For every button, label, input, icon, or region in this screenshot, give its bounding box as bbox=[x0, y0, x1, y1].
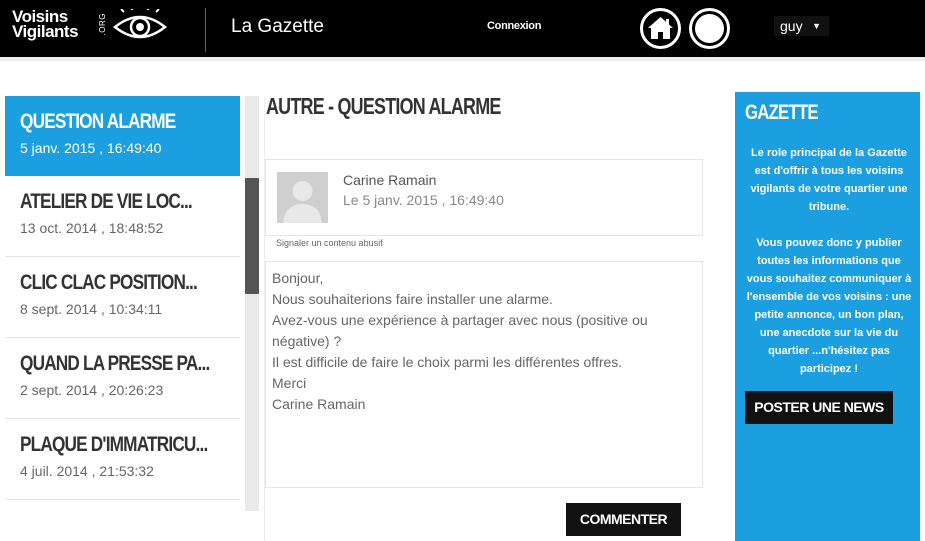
logo-line-2: Vigilants bbox=[12, 22, 79, 41]
list-item[interactable]: QUAND LA PRESSE PA... 2 sept. 2014 , 20:… bbox=[5, 338, 240, 419]
profile-button[interactable] bbox=[689, 8, 730, 49]
comment-button[interactable]: COMMENTER bbox=[566, 503, 681, 536]
app-title: La Gazette bbox=[231, 16, 324, 37]
list-scrollbar-track[interactable] bbox=[245, 96, 259, 511]
list-item[interactable]: ATELIER DE VIE LOC... 13 oct. 2014 , 18:… bbox=[5, 176, 240, 257]
list-item[interactable]: CLIC CLAC POSITION... 8 sept. 2014 , 10:… bbox=[5, 257, 240, 338]
author-card: Carine Ramain Le 5 janv. 2015 , 16:49:40 bbox=[265, 159, 703, 236]
list-item-date: 4 juil. 2014 , 21:53:32 bbox=[20, 463, 154, 479]
message-line: Avez-vous une expérience à partager avec… bbox=[272, 312, 648, 328]
list-item-date: 8 sept. 2014 , 10:34:11 bbox=[20, 301, 163, 317]
list-item-date: 2 sept. 2014 , 20:26:23 bbox=[20, 382, 164, 398]
eye-icon bbox=[112, 9, 168, 39]
header-divider bbox=[205, 8, 206, 52]
author-name: Carine Ramain bbox=[343, 172, 437, 188]
home-icon bbox=[648, 17, 673, 39]
header-underline bbox=[0, 57, 925, 61]
list-item-title: PLAQUE D'IMMATRICU... bbox=[20, 433, 208, 456]
list-item[interactable]: PLAQUE D'IMMATRICU... 4 juil. 2014 , 21:… bbox=[5, 419, 240, 500]
message-line: Merci bbox=[272, 375, 307, 391]
message-body: Bonjour, Nous souhaiterions faire instal… bbox=[265, 261, 703, 488]
list-item-date: 5 janv. 2015 , 16:49:40 bbox=[20, 140, 162, 156]
message-line: Nous souhaiterions faire installer une a… bbox=[272, 291, 553, 307]
user-silhouette-icon bbox=[277, 172, 328, 223]
logo-text: Voisins Vigilants bbox=[12, 8, 79, 41]
username: guy bbox=[780, 18, 803, 34]
list-item-title: ATELIER DE VIE LOC... bbox=[20, 190, 193, 213]
site-logo[interactable]: Voisins Vigilants .ORG bbox=[12, 8, 172, 49]
panel-paragraph-2: Vous pouvez donc y publier toutes les in… bbox=[746, 237, 912, 375]
list-item-title: QUAND LA PRESSE PA... bbox=[20, 352, 210, 375]
gazette-info-panel: GAZETTE Le role principal de la Gazette … bbox=[735, 92, 920, 541]
list-item-date: 13 oct. 2014 , 18:48:52 bbox=[20, 220, 164, 236]
user-menu[interactable]: guy ▼ bbox=[774, 16, 829, 36]
message-line: négative) ? bbox=[272, 333, 342, 349]
article-list: QUESTION ALARME 5 janv. 2015 , 16:49:40 … bbox=[5, 96, 240, 541]
list-item[interactable]: QUESTION ALARME 5 janv. 2015 , 16:49:40 bbox=[5, 96, 240, 176]
message-line: Il est difficile de faire le choix parmi… bbox=[272, 354, 623, 370]
report-abuse-link[interactable]: Signaler un contenu abusif bbox=[276, 238, 383, 248]
message-line: Bonjour, bbox=[272, 270, 324, 286]
post-news-button[interactable]: POSTER UNE NEWS bbox=[745, 391, 893, 424]
message-line: Carine Ramain bbox=[272, 396, 366, 412]
panel-paragraph-1: Le role principal de la Gazette est d'of… bbox=[750, 147, 908, 213]
profile-circle-icon bbox=[695, 14, 724, 43]
list-item-title: CLIC CLAC POSITION... bbox=[20, 271, 198, 294]
avatar bbox=[277, 172, 328, 223]
article-title: AUTRE - QUESTION ALARME bbox=[266, 93, 501, 119]
login-link[interactable]: Connexion bbox=[487, 20, 541, 32]
panel-text: Le role principal de la Gazette est d'of… bbox=[745, 144, 913, 396]
logo-org: .ORG bbox=[98, 13, 107, 36]
home-button[interactable] bbox=[640, 8, 681, 49]
list-item-title: QUESTION ALARME bbox=[20, 110, 176, 133]
post-date: Le 5 janv. 2015 , 16:49:40 bbox=[343, 192, 504, 208]
panel-title: GAZETTE bbox=[745, 101, 819, 124]
list-scrollbar-thumb[interactable] bbox=[245, 178, 259, 294]
top-bar: Voisins Vigilants .ORG La Gazette Connex… bbox=[0, 0, 925, 57]
caret-down-icon: ▼ bbox=[812, 21, 821, 31]
